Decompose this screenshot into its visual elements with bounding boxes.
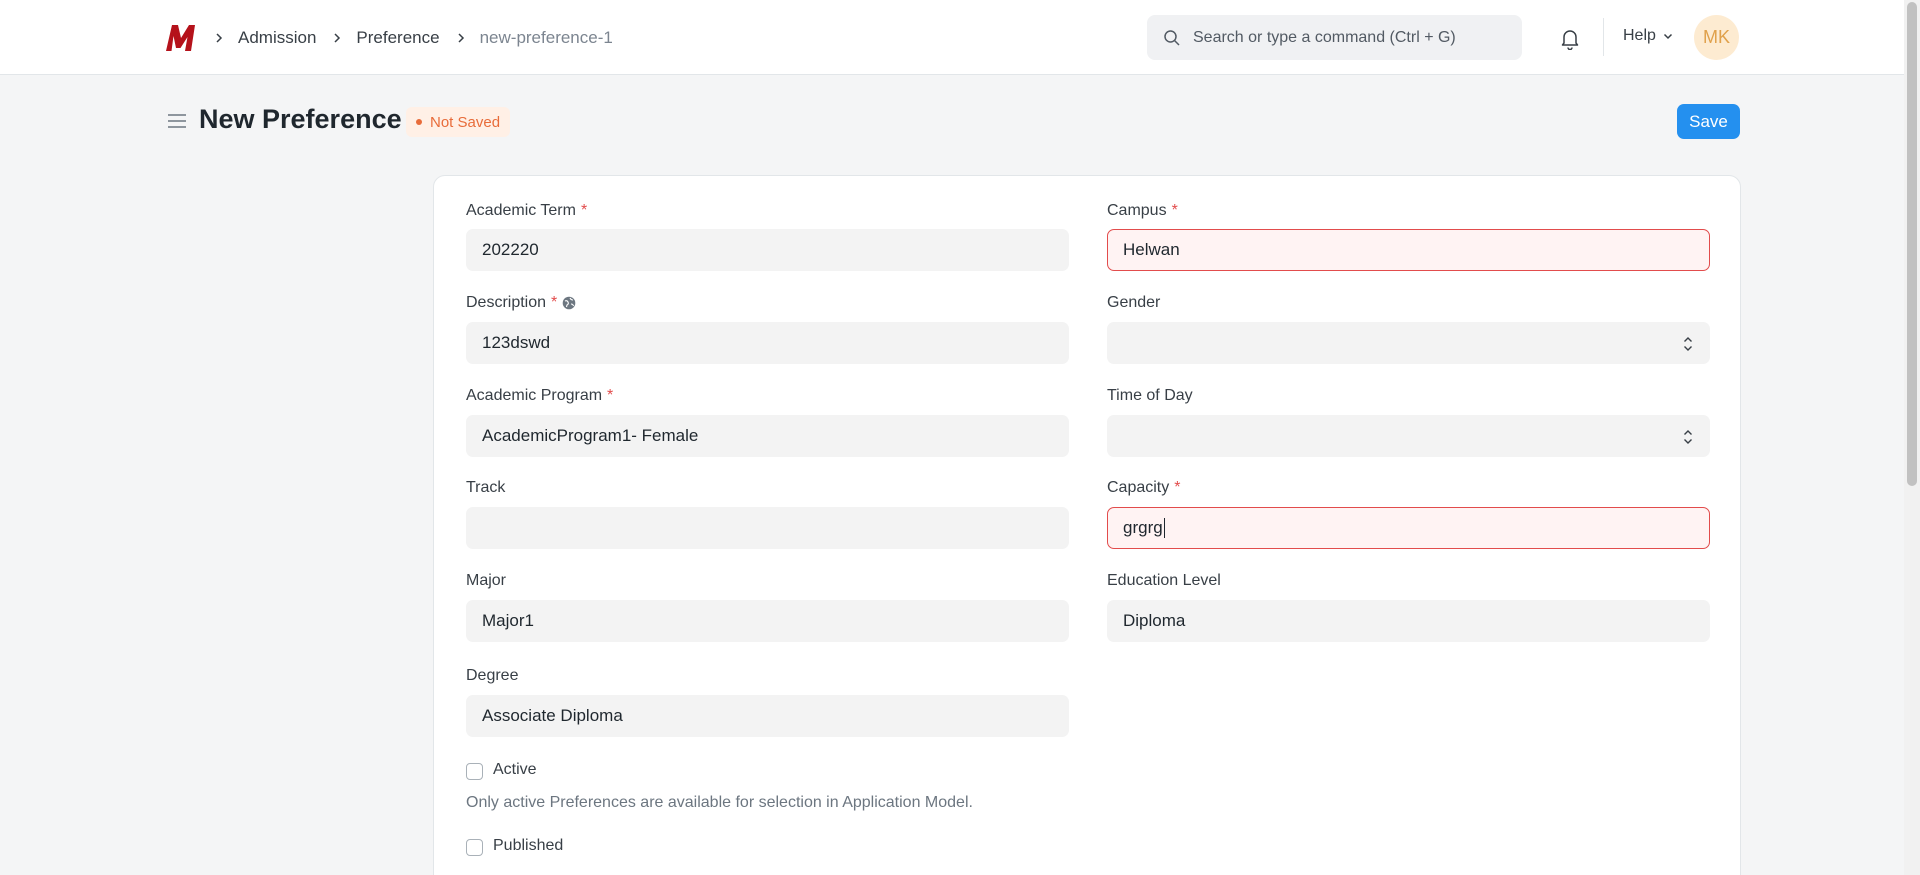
form-card: Academic Term * 202220 Description * 123ds… — [433, 175, 1741, 875]
bell-icon[interactable] — [1558, 26, 1582, 50]
track-field[interactable] — [466, 507, 1069, 549]
status-text: Not Saved — [430, 113, 501, 131]
major-label: Major — [466, 572, 507, 589]
degree-field[interactable]: Associate Diploma — [466, 695, 1069, 737]
campus-label: Campus * — [1107, 202, 1178, 219]
academic-program-label: Academic Program * — [466, 387, 614, 404]
degree-value: Associate Diploma — [482, 706, 623, 725]
academic-term-value: 202220 — [482, 240, 539, 259]
time-of-day-label: Time of Day — [1107, 387, 1193, 404]
degree-label: Degree — [466, 667, 519, 684]
text-cursor — [1163, 518, 1165, 538]
status-dot — [416, 119, 422, 125]
academic-program-value: AcademicProgram1- Female — [482, 426, 699, 445]
capacity-label: Capacity * — [1107, 479, 1181, 496]
track-label: Track — [466, 479, 506, 496]
published-checkbox[interactable] — [466, 839, 483, 856]
breadcrumb: Admission Preference new-preference-1 — [212, 0, 627, 75]
active-help-text: Only active Preferences are available fo… — [466, 794, 973, 811]
chevron-right-icon — [454, 30, 470, 46]
academic-term-field[interactable]: 202220 — [466, 229, 1069, 271]
search-icon — [1164, 29, 1180, 46]
chevron-right-icon — [212, 30, 228, 46]
description-field[interactable]: 123dswd — [466, 322, 1069, 364]
search-placeholder: Search or type a command (Ctrl + G) — [1193, 28, 1456, 46]
breadcrumb-current[interactable]: new-preference-1 — [480, 28, 613, 48]
published-label: Published — [493, 837, 564, 854]
education-level-field[interactable]: Diploma — [1107, 600, 1710, 642]
breadcrumb-admission[interactable]: Admission — [238, 28, 316, 48]
campus-field[interactable]: Helwan — [1107, 229, 1710, 271]
education-level-label: Education Level — [1107, 572, 1221, 589]
navbar: Admission Preference new-preference-1 Se… — [0, 0, 1904, 75]
sidebar-toggle-icon[interactable] — [166, 110, 188, 132]
chevron-down-icon — [1663, 33, 1672, 40]
select-arrows-icon — [1684, 337, 1692, 351]
academic-term-label: Academic Term * — [466, 202, 588, 219]
education-level-value: Diploma — [1123, 611, 1186, 630]
globe-icon — [562, 296, 576, 310]
major-value: Major1 — [482, 611, 534, 630]
capacity-value: grgrg — [1123, 518, 1163, 537]
chevron-right-icon — [330, 30, 346, 46]
search-bar[interactable]: Search or type a command (Ctrl + G) — [1147, 15, 1522, 60]
select-arrows-icon — [1684, 430, 1692, 444]
save-button[interactable]: Save — [1677, 104, 1740, 139]
scrollbar-thumb[interactable] — [1907, 2, 1917, 486]
description-value: 123dswd — [482, 333, 551, 352]
page-title: New Preference — [199, 104, 402, 134]
navbar-divider — [1603, 18, 1604, 56]
time-of-day-select[interactable] — [1107, 415, 1710, 457]
academic-program-field[interactable]: AcademicProgram1- Female — [466, 415, 1069, 457]
gender-label: Gender — [1107, 294, 1161, 311]
active-label: Active — [493, 761, 537, 778]
breadcrumb-preference[interactable]: Preference — [356, 28, 439, 48]
active-checkbox[interactable] — [466, 763, 483, 780]
avatar[interactable]: MK — [1694, 15, 1739, 60]
description-label: Description * — [466, 294, 576, 312]
help-label: Help — [1623, 27, 1656, 44]
gender-select[interactable] — [1107, 322, 1710, 364]
help-dropdown[interactable]: Help — [1623, 27, 1674, 45]
capacity-field[interactable]: grgrg — [1107, 507, 1710, 549]
app-logo[interactable] — [164, 20, 198, 54]
campus-value: Helwan — [1123, 240, 1180, 259]
status-badge: Not Saved — [406, 107, 511, 137]
major-field[interactable]: Major1 — [466, 600, 1069, 642]
